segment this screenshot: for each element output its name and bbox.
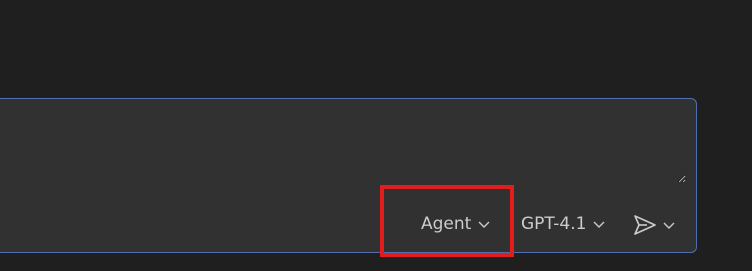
chevron-down-icon	[593, 221, 605, 228]
mode-picker-button[interactable]: Agent	[421, 214, 491, 234]
chat-panel: Agent GPT-4.1	[0, 0, 752, 271]
send-button-group[interactable]	[632, 212, 676, 238]
mode-picker-label: Agent	[421, 214, 472, 234]
send-icon[interactable]	[632, 212, 658, 238]
chevron-down-icon	[478, 221, 490, 228]
model-picker-label: GPT-4.1	[521, 214, 587, 234]
model-picker-button[interactable]: GPT-4.1	[521, 214, 606, 234]
chevron-down-icon[interactable]	[662, 218, 676, 232]
chat-input[interactable]	[5, 109, 686, 183]
